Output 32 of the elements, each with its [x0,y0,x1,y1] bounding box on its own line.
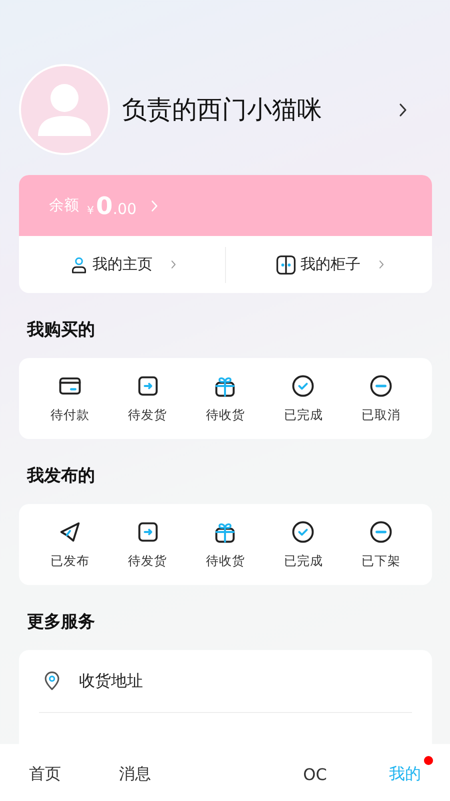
order-status-item[interactable]: 待收货 [186,373,264,424]
tab[interactable]: 首页 [17,756,73,789]
chevron-right-icon [378,260,384,269]
chevron-right-icon [170,260,176,269]
order-status-item[interactable]: 已取消 [342,373,420,424]
order-status-item[interactable]: 已发布 [31,519,109,570]
section-title: 我发布的 [27,465,96,488]
order-status-item[interactable]: 待付款 [31,373,109,424]
order-status-item[interactable]: 待收货 [186,519,264,570]
minus-circle-icon [368,519,394,545]
shortcut-link[interactable]: 我的柜子 [225,246,432,282]
tab[interactable]: OC [291,757,339,788]
service-item[interactable]: 收货地址 [39,650,412,713]
section-title: 更多服务 [27,611,96,634]
check-circle-icon [290,519,316,545]
order-status-item[interactable]: 已完成 [264,519,342,570]
user-name[interactable]: 负责的西门小猫咪 [122,93,399,126]
balance-label: 余额 [49,196,79,215]
check-circle-icon [290,373,316,399]
notification-dot [424,756,433,765]
cabinet-icon [274,254,296,276]
order-status-item[interactable]: 已下架 [342,519,420,570]
tab[interactable]: 消息 [107,756,163,789]
chevron-right-icon [399,102,407,116]
balance-amount: ¥0.00 [87,192,137,220]
chevron-right-icon [150,200,158,212]
section-title: 我购买的 [27,319,96,342]
order-status-item[interactable]: 待发货 [108,373,187,424]
order-status-item[interactable]: 待发货 [108,519,187,570]
minus-circle-icon [368,373,394,399]
shortcut-link[interactable]: 我的主页 [19,246,225,282]
order-status-item[interactable]: 已完成 [264,373,342,424]
